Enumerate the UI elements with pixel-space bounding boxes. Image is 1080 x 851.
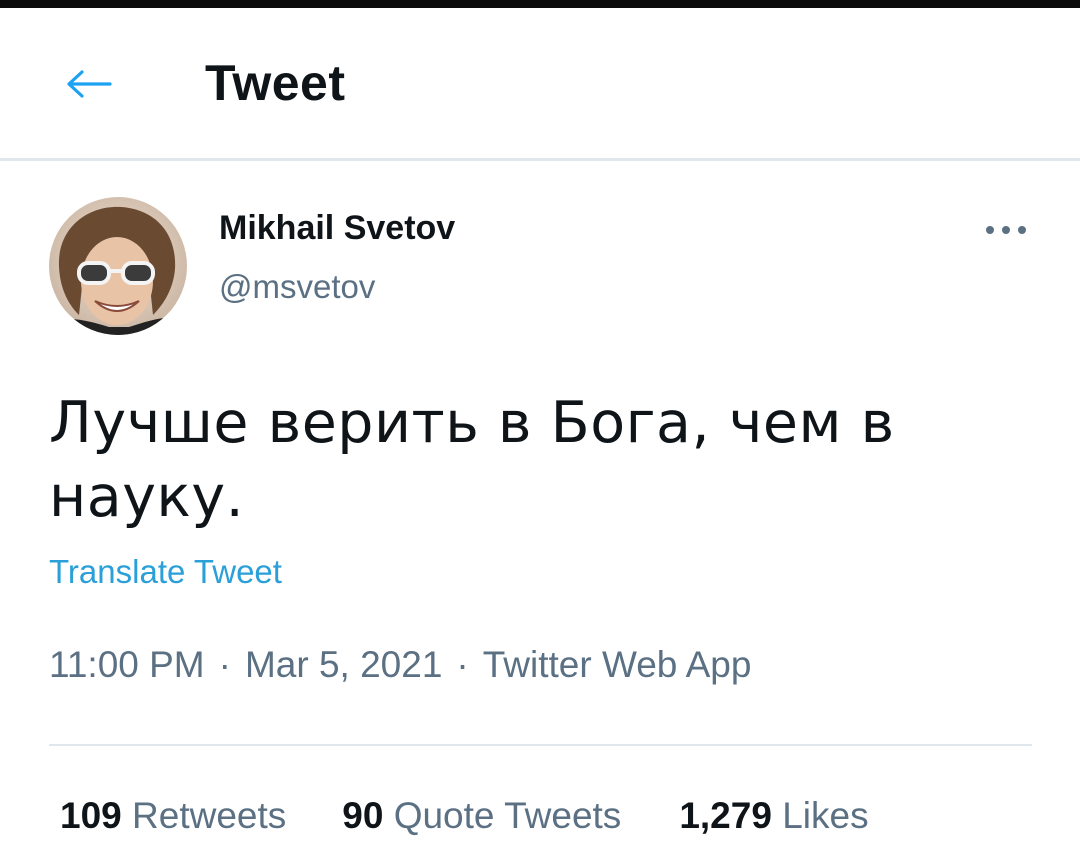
retweets-count: 109: [60, 795, 122, 836]
tweet-date[interactable]: Mar 5, 2021: [245, 644, 442, 685]
avatar-photo: [49, 197, 187, 335]
arrow-left-icon: [67, 70, 112, 98]
avatar[interactable]: [49, 197, 187, 335]
author-display-name[interactable]: Mikhail Svetov: [219, 209, 455, 248]
page-title: Tweet: [205, 55, 346, 111]
more-options-button[interactable]: [978, 212, 1034, 248]
page-header: Tweet: [0, 8, 1080, 161]
divider: [49, 744, 1032, 746]
tweet-stats: 109 Retweets 90 Quote Tweets 1,279 Likes: [60, 795, 869, 837]
retweets-stat[interactable]: 109 Retweets: [60, 795, 286, 837]
likes-label: Likes: [782, 795, 869, 836]
quote-tweets-count: 90: [342, 795, 384, 836]
separator-dot: ·: [456, 644, 469, 685]
tweet-metadata: 11:00 PM · Mar 5, 2021 · Twitter Web App: [49, 644, 751, 686]
likes-stat[interactable]: 1,279 Likes: [679, 795, 868, 837]
back-button[interactable]: [56, 60, 120, 108]
tweet-source[interactable]: Twitter Web App: [483, 644, 752, 685]
likes-count: 1,279: [679, 795, 772, 836]
quote-tweets-label: Quote Tweets: [393, 795, 622, 836]
quote-tweets-stat[interactable]: 90 Quote Tweets: [342, 795, 621, 837]
author-handle[interactable]: @msvetov: [219, 268, 375, 306]
tweet-text: Лучше верить в Бога, чем в науку.: [49, 390, 895, 530]
translate-tweet-link[interactable]: Translate Tweet: [49, 553, 282, 591]
separator-dot: ·: [218, 644, 231, 685]
more-horizontal-icon: [986, 226, 1026, 234]
retweets-label: Retweets: [132, 795, 287, 836]
status-bar-strip: [0, 0, 1080, 8]
tweet-time[interactable]: 11:00 PM: [49, 644, 205, 685]
